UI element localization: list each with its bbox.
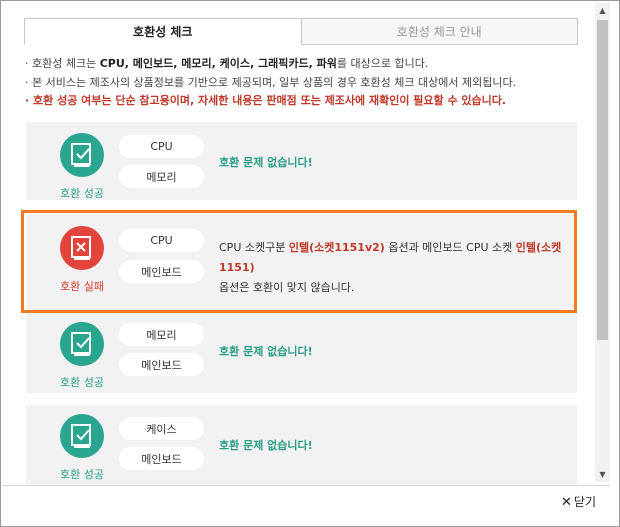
- status-label: 호환 실패: [60, 280, 104, 293]
- notice-line-2: · 본 서비스는 제조사의 상품정보를 기반으로 제공되며, 일부 상품의 경우…: [25, 75, 517, 89]
- tab-compatibility-check[interactable]: 호환성 체크: [24, 18, 302, 45]
- result-message: 호환 문제 없습니다!: [219, 439, 313, 452]
- fail-icon: [60, 226, 104, 270]
- part-pill: 케이스: [119, 417, 204, 440]
- notice-line-1: · 호환성 체크는 CPU, 메인보드, 메모리, 케이스, 그래픽카드, 파워…: [25, 57, 429, 70]
- result-card: 호환 성공 케이스 메인보드 호환 문제 없습니다!: [26, 405, 577, 486]
- success-icon: [60, 133, 104, 177]
- compatibility-popup: 호환성 체크 호환성 체크 안내 · 호환성 체크는 CPU, 메인보드, 메모…: [0, 0, 620, 527]
- part-pills: CPU 메모리: [119, 135, 204, 195]
- status-block: 호환 성공: [54, 133, 110, 201]
- part-pill: 메인보드: [119, 447, 204, 470]
- part-pills: 케이스 메인보드: [119, 417, 204, 477]
- result-card: 호환 성공 메모리 메인보드 호환 문제 없습니다!: [26, 313, 577, 393]
- notice-line-3: · 호환 성공 여부는 단순 참고용이며, 자세한 내용은 판매점 또는 제조사…: [25, 94, 507, 107]
- scroll-thumb[interactable]: [597, 20, 608, 340]
- result-message: CPU 소켓구분 인텔(소켓1151v2) 옵션과 메인보드 CPU 소켓 인텔…: [219, 241, 562, 294]
- part-pills: CPU 메인보드: [119, 229, 204, 290]
- part-pill: CPU: [119, 135, 204, 158]
- success-icon: [60, 414, 104, 458]
- part-pill: 메모리: [119, 165, 204, 188]
- part-pills: 메모리 메인보드: [119, 323, 204, 383]
- result-message: 호환 문제 없습니다!: [219, 345, 313, 358]
- close-button[interactable]: ✕ 닫기: [561, 493, 596, 510]
- status-block: 호환 성공: [54, 322, 110, 390]
- success-icon: [60, 322, 104, 366]
- vertical-scrollbar[interactable]: ▲ ▼: [595, 3, 610, 482]
- tab-compatibility-guide[interactable]: 호환성 체크 안내: [301, 18, 578, 45]
- scroll-down-arrow-icon[interactable]: ▼: [595, 467, 610, 482]
- footer-divider: [2, 485, 610, 486]
- close-label: 닫기: [573, 495, 596, 509]
- result-card: 호환 실패 CPU 메인보드 CPU 소켓구분 인텔(소켓1151v2) 옵션과…: [26, 214, 577, 310]
- part-pill: 메인보드: [119, 260, 204, 283]
- status-block: 호환 성공: [54, 414, 110, 482]
- status-label: 호환 성공: [60, 187, 104, 200]
- result-message: 호환 문제 없습니다!: [219, 156, 313, 169]
- part-pill: 메모리: [119, 323, 204, 346]
- close-icon: ✕: [561, 495, 572, 510]
- part-pill: CPU: [119, 229, 204, 252]
- result-card: 호환 성공 CPU 메모리 호환 문제 없습니다!: [26, 122, 577, 200]
- status-label: 호환 성공: [60, 468, 104, 481]
- scroll-up-arrow-icon[interactable]: ▲: [595, 3, 610, 18]
- status-block: 호환 실패: [54, 226, 110, 294]
- part-pill: 메인보드: [119, 353, 204, 376]
- tab-bar: 호환성 체크 호환성 체크 안내: [24, 18, 578, 45]
- notice-list: · 호환성 체크는 CPU, 메인보드, 메모리, 케이스, 그래픽카드, 파워…: [25, 55, 585, 111]
- status-label: 호환 성공: [60, 376, 104, 389]
